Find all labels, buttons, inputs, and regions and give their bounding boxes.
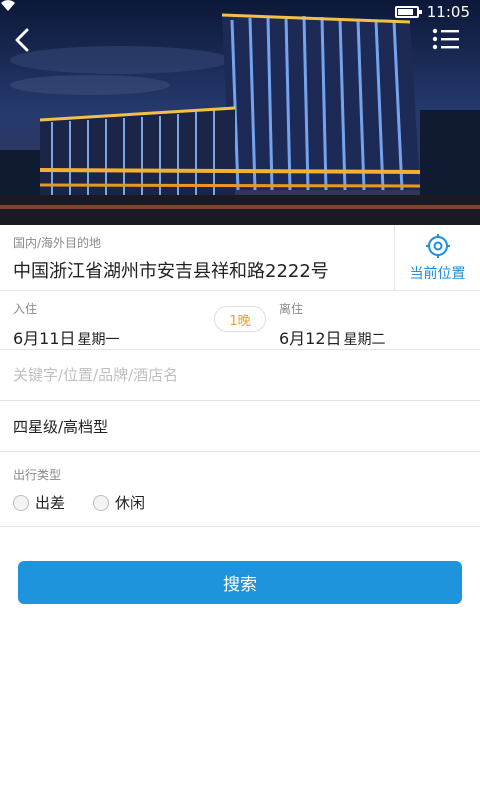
trip-type-leisure-label: 休闲: [115, 494, 146, 512]
checkin-weekday: 星期一: [77, 332, 120, 348]
checkin-date: 6月11日 星期一: [13, 325, 120, 349]
trip-type-leisure[interactable]: 休闲: [93, 492, 145, 513]
checkout-weekday: 星期二: [343, 332, 386, 348]
search-button[interactable]: 搜索: [18, 561, 462, 604]
checkin-field[interactable]: 入住 6月11日 星期一: [13, 300, 120, 349]
trip-type-business-label: 出差: [35, 494, 66, 512]
list-menu-icon: [432, 28, 459, 50]
checkout-field[interactable]: 离住 6月12日 星期二: [279, 300, 386, 349]
status-bar: 11:05: [0, 0, 480, 24]
back-button[interactable]: [14, 28, 46, 60]
battery-icon: [394, 6, 422, 18]
crosshair-icon: [425, 234, 450, 258]
hotel-building-illustration: [0, 0, 480, 225]
hotel-photo: 11:05: [0, 0, 480, 225]
checkout-label: 离住: [279, 302, 304, 316]
destination-value[interactable]: 中国浙江省湖州市安吉县祥和路2222号: [13, 257, 383, 283]
checkout-date: 6月12日 星期二: [279, 325, 386, 349]
keyword-input[interactable]: [13, 362, 463, 388]
current-location-label: 当前位置: [409, 266, 466, 282]
star-level-row[interactable]: 四星级/高档型: [0, 401, 480, 452]
chevron-left-icon: [15, 28, 29, 52]
menu-button[interactable]: [432, 28, 464, 60]
destination-row: 国内/海外目的地 中国浙江省湖州市安吉县祥和路2222号 当前位置: [0, 225, 480, 291]
radio-circle-icon[interactable]: [93, 494, 110, 511]
destination-field[interactable]: 国内/海外目的地 中国浙江省湖州市安吉县祥和路2222号: [13, 234, 383, 283]
keyword-row: [0, 350, 480, 401]
nights-badge: 1晚: [214, 306, 266, 332]
star-level-value: 四星级/高档型: [13, 418, 109, 436]
radio-circle-icon[interactable]: [13, 494, 29, 511]
trip-type-row: 出行类型 出差 休闲: [0, 452, 480, 527]
checkin-label: 入住: [13, 302, 38, 316]
trip-type-label: 出行类型: [13, 468, 62, 482]
trip-type-radio-group: 出差 休闲: [13, 492, 145, 513]
current-location-button[interactable]: 当前位置: [394, 225, 480, 291]
checkin-date-text: 6月11日: [13, 329, 76, 348]
status-time: 11:05: [426, 3, 470, 21]
checkout-date-text: 6月12日: [279, 329, 342, 348]
date-row: 入住 6月11日 星期一 1晚 离住 6月12日 星期二: [0, 291, 480, 350]
trip-type-business[interactable]: 出差: [13, 492, 65, 513]
destination-label: 国内/海外目的地: [13, 236, 102, 250]
